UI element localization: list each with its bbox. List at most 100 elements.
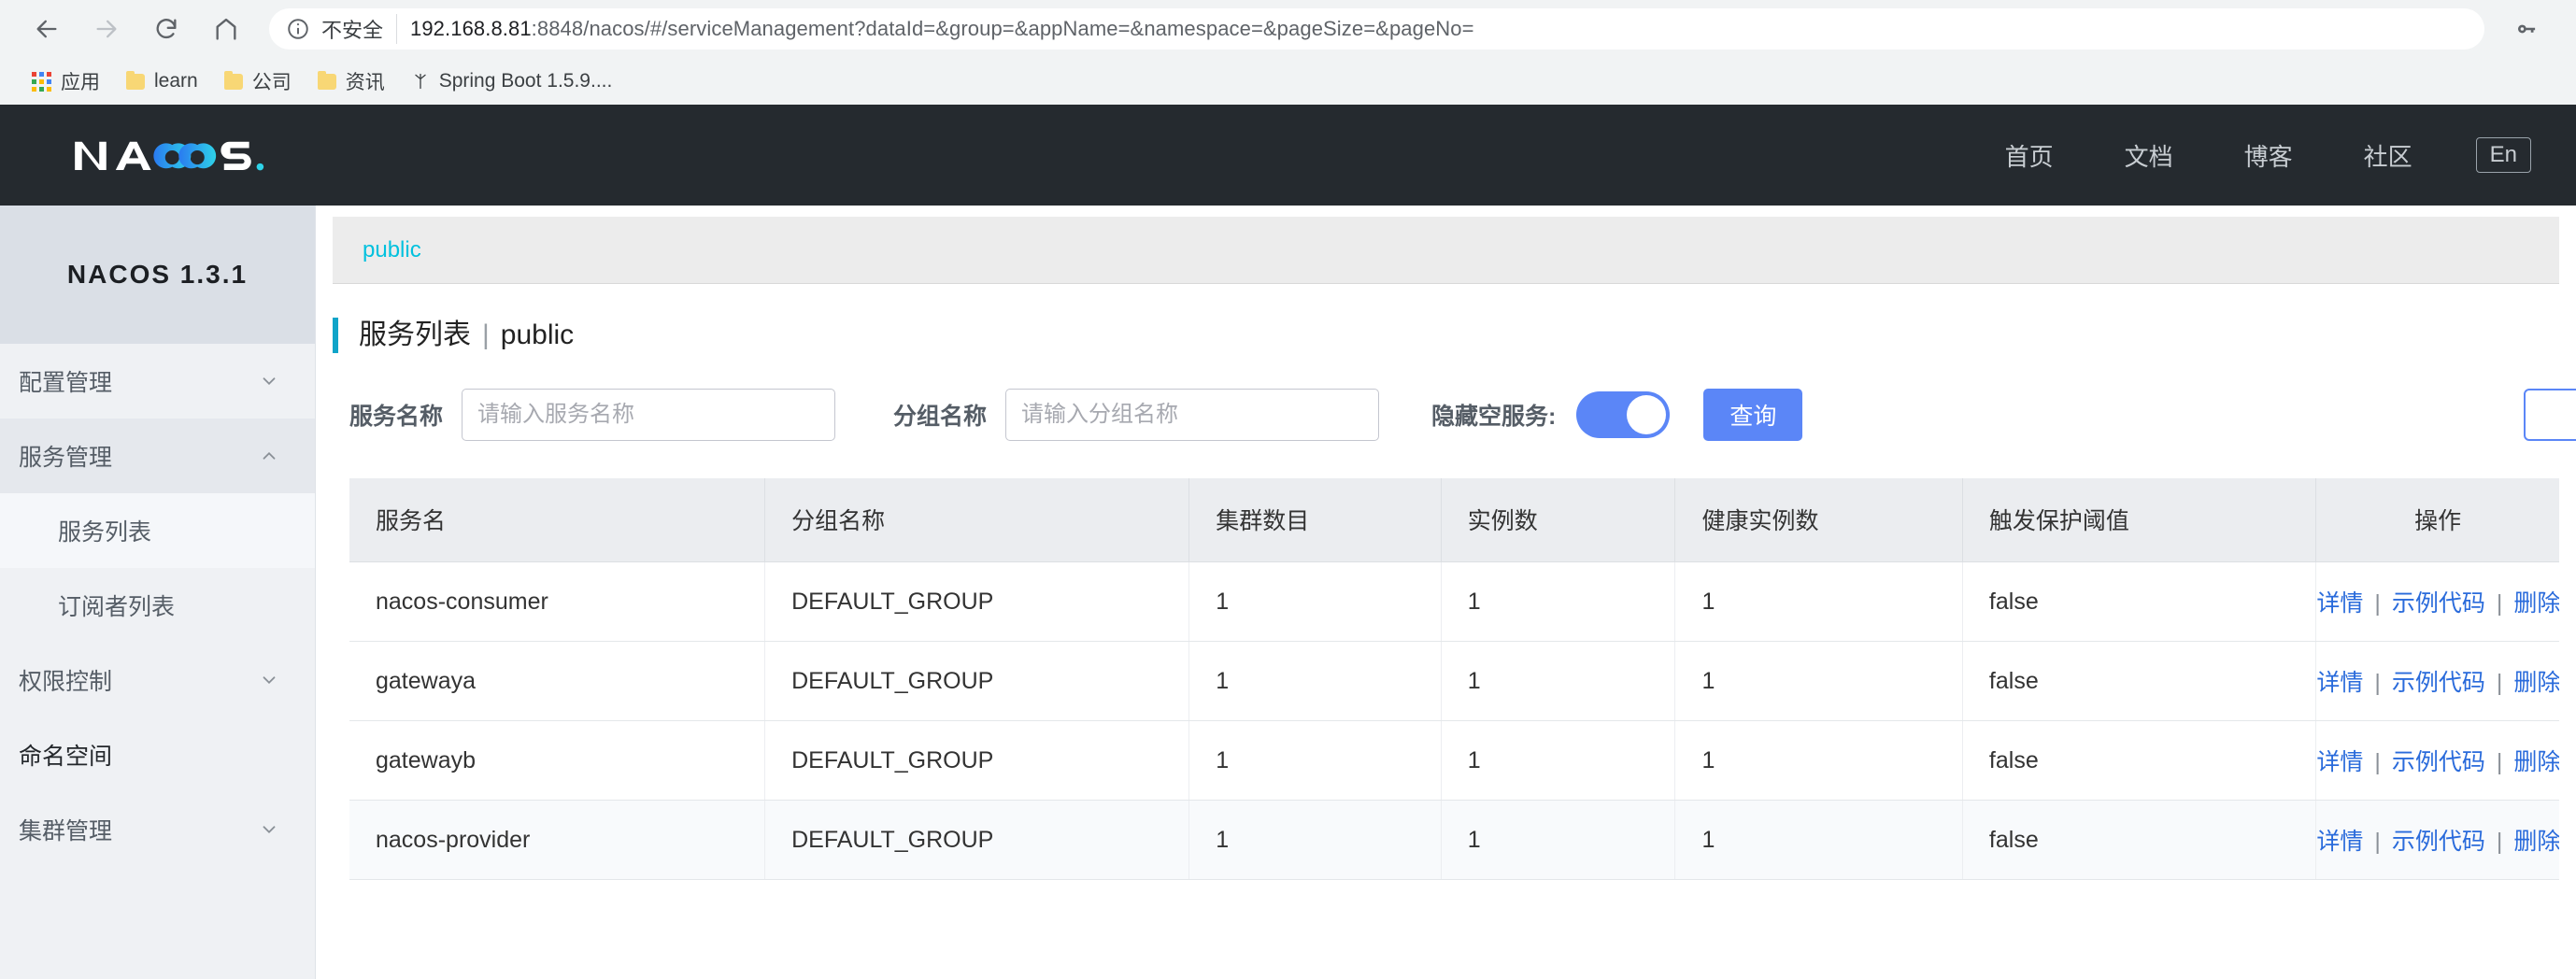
action-separator: | (2496, 749, 2503, 775)
bookmark-label: 公司 (251, 72, 292, 93)
column-header-operations: 操作 (2315, 477, 2559, 562)
url-path: :8848/nacos/#/serviceManagement?dataId=&… (531, 17, 1474, 40)
sidebar-item-label: 配置管理 (19, 370, 113, 396)
cell-operations: 详情 | 示例代码 | 删除 (2315, 800, 2559, 880)
browser-chrome: 不安全 192.168.8.81:8848/nacos/#/serviceMan… (0, 0, 2576, 105)
page-title-separator: | (482, 319, 490, 350)
chevron-down-icon (259, 670, 279, 690)
bookmark-news[interactable]: 资讯 (305, 63, 398, 100)
sidebar-item-label: 权限控制 (19, 669, 113, 695)
home-button[interactable] (200, 3, 252, 55)
hide-empty-service-toggle[interactable] (1576, 390, 1671, 438)
reload-button[interactable] (140, 3, 192, 55)
nav-item-docs[interactable]: 文档 (2089, 138, 2209, 173)
delete-link[interactable]: 删除 (2513, 829, 2559, 855)
detail-link[interactable]: 详情 (2316, 670, 2363, 696)
cell-cluster-count: 1 (1188, 641, 1442, 721)
column-header-healthy-instance-count: 健康实例数 (1674, 477, 1963, 562)
folder-icon (223, 70, 243, 90)
top-navigation: 首页 文档 博客 社区 En (1970, 137, 2531, 173)
cell-group-name: DEFAULT_GROUP (764, 641, 1190, 721)
url-host: 192.168.8.81 (410, 17, 532, 40)
cell-service-name: gatewaya (349, 641, 766, 721)
chevron-down-icon (259, 819, 279, 840)
action-separator: | (2374, 590, 2381, 617)
chevron-up-icon (259, 446, 279, 466)
key-icon[interactable] (2505, 7, 2550, 51)
column-header-group-name: 分组名称 (764, 477, 1190, 562)
sample-code-link[interactable]: 示例代码 (2392, 670, 2485, 696)
sidebar-subitem-service-list[interactable]: 服务列表 (0, 493, 315, 568)
bookmark-label: 应用 (61, 72, 100, 93)
chevron-down-icon (259, 371, 279, 391)
sidebar-subitem-label: 服务列表 (58, 519, 152, 546)
service-name-input[interactable] (462, 388, 836, 441)
nacos-logo[interactable] (52, 135, 295, 175)
column-header-instance-count: 实例数 (1441, 477, 1676, 562)
action-separator: | (2496, 829, 2503, 855)
detail-link[interactable]: 详情 (2316, 829, 2363, 855)
sidebar-item-service-management[interactable]: 服务管理 (0, 419, 315, 493)
breadcrumb: public (333, 217, 2559, 284)
sidebar-item-namespace[interactable]: 命名空间 (0, 717, 315, 792)
address-bar[interactable]: 不安全 192.168.8.81:8848/nacos/#/serviceMan… (269, 8, 2484, 50)
cell-operations: 详情 | 示例代码 | 删除 (2315, 641, 2559, 721)
detail-link[interactable]: 详情 (2316, 590, 2363, 617)
bookmark-learn[interactable]: learn (113, 65, 211, 97)
cell-healthy-count: 1 (1674, 641, 1963, 721)
bookmark-spring-boot[interactable]: Spring Boot 1.5.9.... (398, 65, 626, 97)
group-name-input[interactable] (1005, 388, 1380, 441)
cell-cluster-count: 1 (1188, 561, 1442, 642)
nav-item-blog[interactable]: 博客 (2209, 138, 2328, 173)
delete-link[interactable]: 删除 (2513, 749, 2559, 775)
table-body: nacos-consumer DEFAULT_GROUP 1 1 1 false… (349, 561, 2559, 880)
nacos-logo-icon (75, 141, 264, 171)
sidebar-item-cluster-management[interactable]: 集群管理 (0, 792, 315, 867)
page-title-text: 服务列表 (359, 319, 471, 350)
back-button[interactable] (21, 3, 73, 55)
table-head: 服务名 分组名称 集群数目 实例数 健康实例数 触发保护阈值 操作 (349, 477, 2559, 562)
language-switch-button[interactable]: En (2475, 137, 2531, 173)
toolbar-right-actions (2505, 7, 2555, 51)
cell-cluster-count: 1 (1188, 720, 1442, 801)
cell-operations: 详情 | 示例代码 | 删除 (2315, 720, 2559, 801)
page-title-namespace: public (500, 319, 575, 350)
spring-leaf-icon (411, 72, 430, 91)
sidebar-item-config-management[interactable]: 配置管理 (0, 344, 315, 419)
security-status-label: 不安全 (321, 14, 398, 44)
table-row: nacos-provider DEFAULT_GROUP 1 1 1 false… (349, 800, 2559, 880)
cell-healthy-count: 1 (1674, 800, 1963, 880)
sidebar-subitem-label: 订阅者列表 (58, 594, 176, 620)
table-row: gatewayb DEFAULT_GROUP 1 1 1 false 详情 | 示例… (349, 720, 2559, 801)
cell-protect-threshold: false (1962, 720, 2317, 801)
bookmark-company[interactable]: 公司 (211, 63, 305, 100)
apps-grid-icon (32, 71, 51, 92)
column-header-cluster-count: 集群数目 (1188, 477, 1442, 562)
main-content: public 服务列表 | public 服务名称 分组名称 隐藏空服务: 查询 (316, 206, 2576, 979)
forward-button[interactable] (80, 3, 133, 55)
sample-code-link[interactable]: 示例代码 (2392, 590, 2485, 617)
cell-service-name: gatewayb (349, 720, 766, 801)
bookmark-apps[interactable]: 应用 (19, 63, 113, 100)
create-service-button-clipped[interactable] (2524, 388, 2576, 441)
sidebar-subitem-subscriber-list[interactable]: 订阅者列表 (0, 568, 315, 643)
sidebar: NACOS 1.3.1 配置管理 服务管理 服务列表 订阅者列表 权限控制 命名… (0, 206, 316, 979)
breadcrumb-namespace-link[interactable]: public (363, 237, 421, 263)
url-text: 192.168.8.81:8848/nacos/#/serviceManagem… (410, 17, 1474, 41)
forward-arrow-icon (93, 16, 120, 42)
delete-link[interactable]: 删除 (2513, 670, 2559, 696)
cell-protect-threshold: false (1962, 800, 2317, 880)
cell-group-name: DEFAULT_GROUP (764, 720, 1190, 801)
sidebar-item-permission-control[interactable]: 权限控制 (0, 643, 315, 717)
info-circle-icon[interactable] (286, 17, 310, 41)
detail-link[interactable]: 详情 (2316, 749, 2363, 775)
query-button[interactable]: 查询 (1703, 388, 1803, 441)
sample-code-link[interactable]: 示例代码 (2392, 749, 2485, 775)
browser-toolbar: 不安全 192.168.8.81:8848/nacos/#/serviceMan… (0, 0, 2576, 58)
cell-healthy-count: 1 (1674, 720, 1963, 801)
nav-item-community[interactable]: 社区 (2328, 138, 2448, 173)
delete-link[interactable]: 删除 (2513, 590, 2559, 617)
action-separator: | (2496, 670, 2503, 696)
sample-code-link[interactable]: 示例代码 (2392, 829, 2485, 855)
nav-item-home[interactable]: 首页 (1970, 138, 2089, 173)
